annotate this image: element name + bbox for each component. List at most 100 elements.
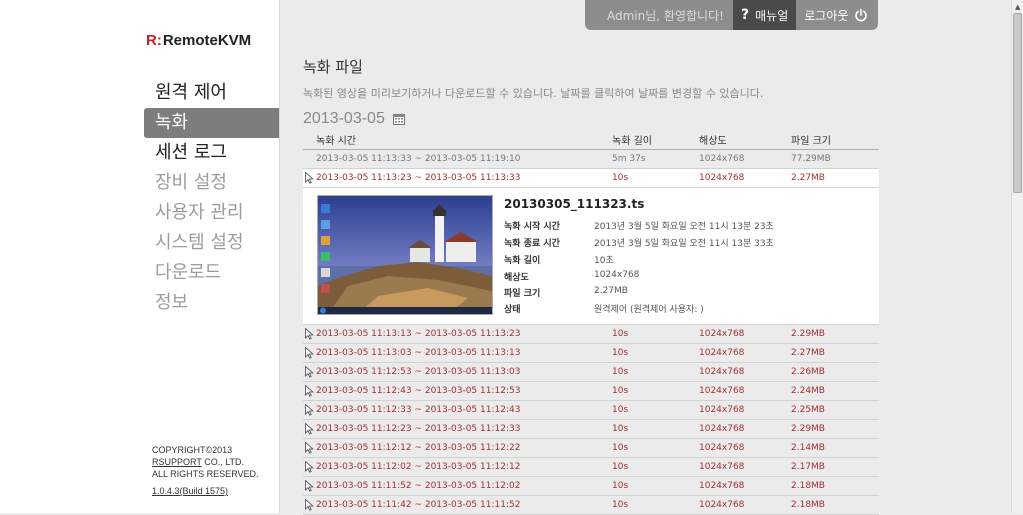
detail-label: 녹화 길이: [504, 256, 541, 266]
company-link[interactable]: RSUPPORT: [152, 457, 202, 467]
row-time: 2013-03-05 11:13:03 ~ 2013-03-05 11:13:1…: [316, 348, 521, 358]
row-size: 2.26MB: [791, 367, 825, 377]
copyright: COPYRIGHT©2013 RSUPPORT CO., LTD. ALL RI…: [152, 444, 259, 480]
row-length: 10s: [612, 367, 629, 377]
calendar-icon[interactable]: [392, 113, 405, 125]
header-length[interactable]: 녹화 길이: [612, 134, 652, 149]
cursor-icon: [305, 328, 314, 340]
table-row[interactable]: 2013-03-05 11:13:03 ~ 2013-03-05 11:13:1…: [303, 344, 879, 363]
row-resolution: 1024x768: [699, 500, 745, 510]
row-length: 10s: [612, 329, 629, 339]
row-resolution: 1024x768: [699, 405, 745, 415]
table-row[interactable]: 2013-03-05 11:11:52 ~ 2013-03-05 11:12:0…: [303, 477, 879, 496]
sidebar: R: RemoteKVM 원격 제어 녹화 세션 로그 장비 설정 사용자 관리…: [0, 0, 280, 513]
page-description: 녹화된 영상을 미리보기하거나 다운로드할 수 있습니다. 날짜를 클릭하여 날…: [303, 87, 764, 100]
table-row[interactable]: 2013-03-05 11:13:13 ~ 2013-03-05 11:13:2…: [303, 325, 879, 344]
row-time: 2013-03-05 11:11:42 ~ 2013-03-05 11:11:5…: [316, 500, 521, 510]
row-resolution: 1024x768: [699, 154, 745, 164]
row-length: 10s: [612, 443, 629, 453]
thumbnail-image: [318, 196, 492, 314]
row-time: 2013-03-05 11:12:12 ~ 2013-03-05 11:12:2…: [316, 443, 521, 453]
row-length: 10s: [612, 348, 629, 358]
row-time: 2013-03-05 11:12:23 ~ 2013-03-05 11:12:3…: [316, 424, 521, 434]
row-resolution: 1024x768: [699, 367, 745, 377]
row-resolution: 1024x768: [699, 481, 745, 491]
row-time: 2013-03-05 11:11:52 ~ 2013-03-05 11:12:0…: [316, 481, 521, 491]
sidebar-item-download[interactable]: 다운로드: [144, 258, 279, 288]
sidebar-item-remote-control[interactable]: 원격 제어: [144, 78, 279, 108]
row-size: 2.29MB: [791, 424, 825, 434]
help-icon: ?: [741, 7, 750, 23]
row-size: 2.18MB: [791, 500, 825, 510]
row-length: 10s: [612, 386, 629, 396]
row-time: 2013-03-05 11:12:02 ~ 2013-03-05 11:12:1…: [316, 462, 521, 472]
row-size: 2.27MB: [791, 173, 825, 183]
logout-button[interactable]: 로그아웃: [796, 7, 868, 24]
cursor-icon: [305, 347, 314, 359]
header-size[interactable]: 파일 크기: [791, 134, 831, 149]
scroll-up-arrow-icon[interactable]: ▲: [1015, 3, 1020, 11]
main-content: 녹화 파일 녹화된 영상을 미리보기하거나 다운로드할 수 있습니다. 날짜를 …: [303, 56, 879, 127]
sidebar-item-recording[interactable]: 녹화: [144, 108, 279, 138]
cursor-icon: [305, 423, 314, 435]
sidebar-item-user-management[interactable]: 사용자 관리: [144, 198, 279, 228]
sidebar-item-session-log[interactable]: 세션 로그: [144, 138, 279, 168]
manual-label: 매뉴얼: [755, 8, 789, 23]
logo[interactable]: R: RemoteKVM: [146, 30, 251, 50]
header-time[interactable]: 녹화 시간: [316, 134, 356, 149]
table-row[interactable]: 2013-03-05 11:13:33 ~ 2013-03-05 11:19:1…: [303, 150, 879, 169]
detail-label: 녹화 시작 시간: [504, 222, 560, 232]
row-length: 10s: [612, 405, 629, 415]
sidebar-item-device-settings[interactable]: 장비 설정: [144, 168, 279, 198]
detail-value: 1024x768: [594, 270, 640, 280]
table-row[interactable]: 2013-03-05 11:12:53 ~ 2013-03-05 11:13:0…: [303, 363, 879, 382]
detail-label: 상태: [504, 305, 521, 315]
row-time: 2013-03-05 11:12:33 ~ 2013-03-05 11:12:4…: [316, 405, 521, 415]
detail-value: 원격제어 (원격제어 사용자: ): [594, 305, 704, 315]
table-row[interactable]: 2013-03-05 11:11:42 ~ 2013-03-05 11:11:5…: [303, 496, 879, 515]
row-resolution: 1024x768: [699, 424, 745, 434]
sidebar-item-info[interactable]: 정보: [144, 288, 279, 318]
detail-value: 2013년 3월 5일 화요일 오전 11시 13분 33초: [594, 239, 774, 249]
header-resolution[interactable]: 해상도: [699, 134, 727, 149]
scrollbar-thumb[interactable]: [1013, 13, 1022, 193]
cursor-icon: [305, 499, 314, 511]
row-size: 2.27MB: [791, 348, 825, 358]
welcome-text: Admin님, 환영합니다!: [607, 8, 724, 23]
row-time: 2013-03-05 11:12:53 ~ 2013-03-05 11:13:0…: [316, 367, 521, 377]
vertical-scrollbar[interactable]: ▲: [1011, 0, 1023, 513]
row-resolution: 1024x768: [699, 386, 745, 396]
video-thumbnail[interactable]: [317, 195, 493, 315]
row-size: 2.29MB: [791, 329, 825, 339]
table-row[interactable]: 2013-03-05 11:13:23 ~ 2013-03-05 11:13:3…: [303, 169, 879, 188]
row-size: 2.17MB: [791, 462, 825, 472]
logout-label: 로그아웃: [804, 8, 849, 23]
copyright-line2: RSUPPORT CO., LTD.: [152, 456, 259, 468]
sidebar-item-system-settings[interactable]: 시스템 설정: [144, 228, 279, 258]
detail-value: 10초: [594, 256, 614, 266]
table-row[interactable]: 2013-03-05 11:12:02 ~ 2013-03-05 11:12:1…: [303, 458, 879, 477]
detail-label: 녹화 종료 시간: [504, 239, 560, 249]
row-resolution: 1024x768: [699, 329, 745, 339]
version-link[interactable]: 1.0.4.3(Build 1575): [152, 486, 228, 496]
logo-text: RemoteKVM: [162, 31, 252, 49]
row-time: 2013-03-05 11:12:43 ~ 2013-03-05 11:12:5…: [316, 386, 521, 396]
page-title: 녹화 파일: [303, 58, 363, 76]
row-time: 2013-03-05 11:13:13 ~ 2013-03-05 11:13:2…: [316, 329, 521, 339]
row-size: 2.25MB: [791, 405, 825, 415]
date-selector[interactable]: 2013-03-05: [303, 110, 405, 128]
table-row[interactable]: 2013-03-05 11:12:23 ~ 2013-03-05 11:12:3…: [303, 420, 879, 439]
row-resolution: 1024x768: [699, 462, 745, 472]
row-size: 2.24MB: [791, 386, 825, 396]
table-row[interactable]: 2013-03-05 11:12:12 ~ 2013-03-05 11:12:2…: [303, 439, 879, 458]
table-row[interactable]: 2013-03-05 11:12:33 ~ 2013-03-05 11:12:4…: [303, 401, 879, 420]
logo-mark: R:: [146, 31, 162, 49]
power-icon: [855, 8, 868, 22]
row-length: 5m 37s: [612, 154, 646, 164]
table-row[interactable]: 2013-03-05 11:12:43 ~ 2013-03-05 11:12:5…: [303, 382, 879, 401]
row-size: 77.29MB: [791, 154, 831, 164]
cursor-icon: [305, 366, 314, 378]
sidebar-menu: 원격 제어 녹화 세션 로그 장비 설정 사용자 관리 시스템 설정 다운로드 …: [144, 78, 279, 318]
date-text[interactable]: 2013-03-05: [303, 110, 385, 128]
manual-button[interactable]: ? 매뉴얼: [733, 0, 797, 30]
